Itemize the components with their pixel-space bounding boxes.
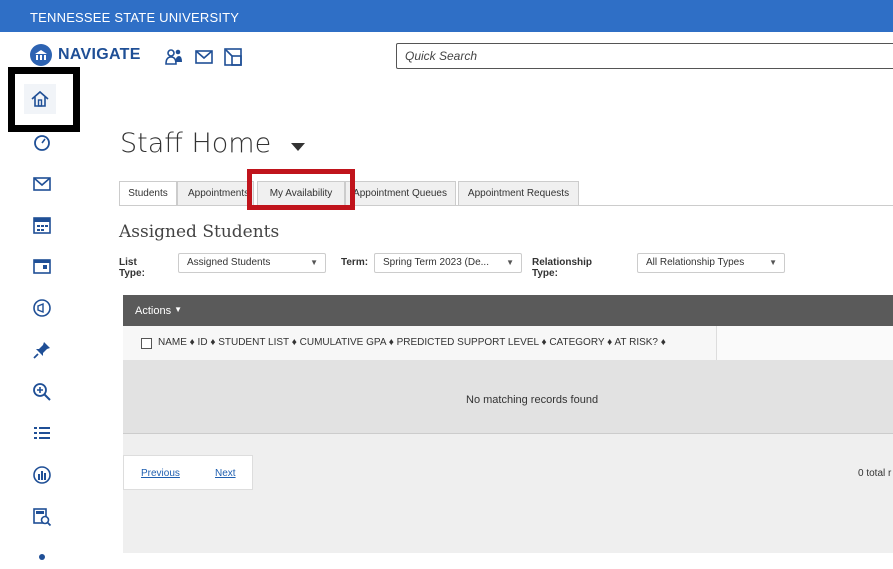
user-icon[interactable] <box>30 545 54 569</box>
term-select[interactable]: Spring Term 2023 (De... ▼ <box>374 253 522 273</box>
pagination: Previous Next <box>123 455 253 490</box>
pin-icon[interactable] <box>30 338 54 362</box>
section-title: Assigned Students <box>119 222 280 242</box>
card-icon[interactable] <box>30 254 54 278</box>
brand-name: NAVIGATE <box>58 46 141 63</box>
select-all-checkbox[interactable] <box>141 338 152 349</box>
relationship-type-label: Relationship Type: <box>532 257 593 279</box>
logo-icon <box>30 44 52 66</box>
mail-icon[interactable] <box>193 46 215 68</box>
chevron-down-icon: ▼ <box>506 258 514 267</box>
tab-appointment-queues[interactable]: Appointment Queues <box>345 181 456 206</box>
chevron-down-icon[interactable] <box>291 143 305 151</box>
mail-icon[interactable] <box>30 172 54 196</box>
chevron-down-icon: ▼ <box>310 258 318 267</box>
tab-students[interactable]: Students <box>119 181 177 206</box>
actions-dropdown[interactable]: Actions ▼ <box>135 305 182 317</box>
column-headers[interactable]: NAME ♦ ID ♦ STUDENT LIST ♦ CUMULATIVE GP… <box>158 337 666 348</box>
total-count: 0 total r <box>858 468 892 479</box>
next-page-link[interactable]: Next <box>215 468 236 479</box>
empty-state-message: No matching records found <box>466 394 599 406</box>
export-icon[interactable] <box>222 46 244 68</box>
app-header: NAVIGATE Quick Search <box>0 32 893 83</box>
chevron-down-icon: ▼ <box>769 258 777 267</box>
tab-appointments[interactable]: Appointments <box>177 181 254 206</box>
empty-state-row: No matching records found <box>123 360 893 434</box>
tab-appointment-requests[interactable]: Appointment Requests <box>458 181 579 206</box>
quick-search-input[interactable]: Quick Search <box>396 43 893 69</box>
actions-label: Actions <box>135 305 172 317</box>
speedometer-icon[interactable] <box>30 130 54 154</box>
table-footer-area <box>123 490 893 553</box>
relationship-type-value: All Relationship Types <box>646 257 745 268</box>
my-availability-highlight-box <box>247 169 355 210</box>
term-label: Term: <box>341 257 369 268</box>
report-search-icon[interactable] <box>30 505 54 529</box>
students-table-panel: Actions ▼ NAME ♦ ID ♦ STUDENT LIST ♦ CUM… <box>123 295 893 553</box>
page-title[interactable]: Staff Home <box>120 128 271 159</box>
list-type-value: Assigned Students <box>187 257 271 268</box>
university-name: TENNESSEE STATE UNIVERSITY <box>30 10 240 25</box>
students-icon[interactable] <box>163 46 185 68</box>
caret-down-icon: ▼ <box>174 305 183 314</box>
zoom-in-icon[interactable] <box>30 380 54 404</box>
relationship-type-select[interactable]: All Relationship Types ▼ <box>637 253 785 273</box>
list-type-label: List Type: <box>119 257 145 279</box>
tab-divider <box>119 205 893 206</box>
table-header: NAME ♦ ID ♦ STUDENT LIST ♦ CUMULATIVE GP… <box>123 326 893 361</box>
navigate-logo[interactable]: NAVIGATE <box>30 44 141 66</box>
list-type-select[interactable]: Assigned Students ▼ <box>178 253 326 273</box>
list-icon[interactable] <box>30 421 54 445</box>
table-header-columns: NAME ♦ ID ♦ STUDENT LIST ♦ CUMULATIVE GP… <box>123 326 717 360</box>
megaphone-icon[interactable] <box>30 296 54 320</box>
table-toolbar: Actions ▼ <box>123 295 893 326</box>
calendar-icon[interactable] <box>30 213 54 237</box>
chart-icon[interactable] <box>30 463 54 487</box>
home-highlight-box <box>8 67 80 132</box>
university-bar: TENNESSEE STATE UNIVERSITY <box>0 0 893 32</box>
term-value: Spring Term 2023 (De... <box>383 257 489 268</box>
previous-page-link[interactable]: Previous <box>141 468 180 479</box>
